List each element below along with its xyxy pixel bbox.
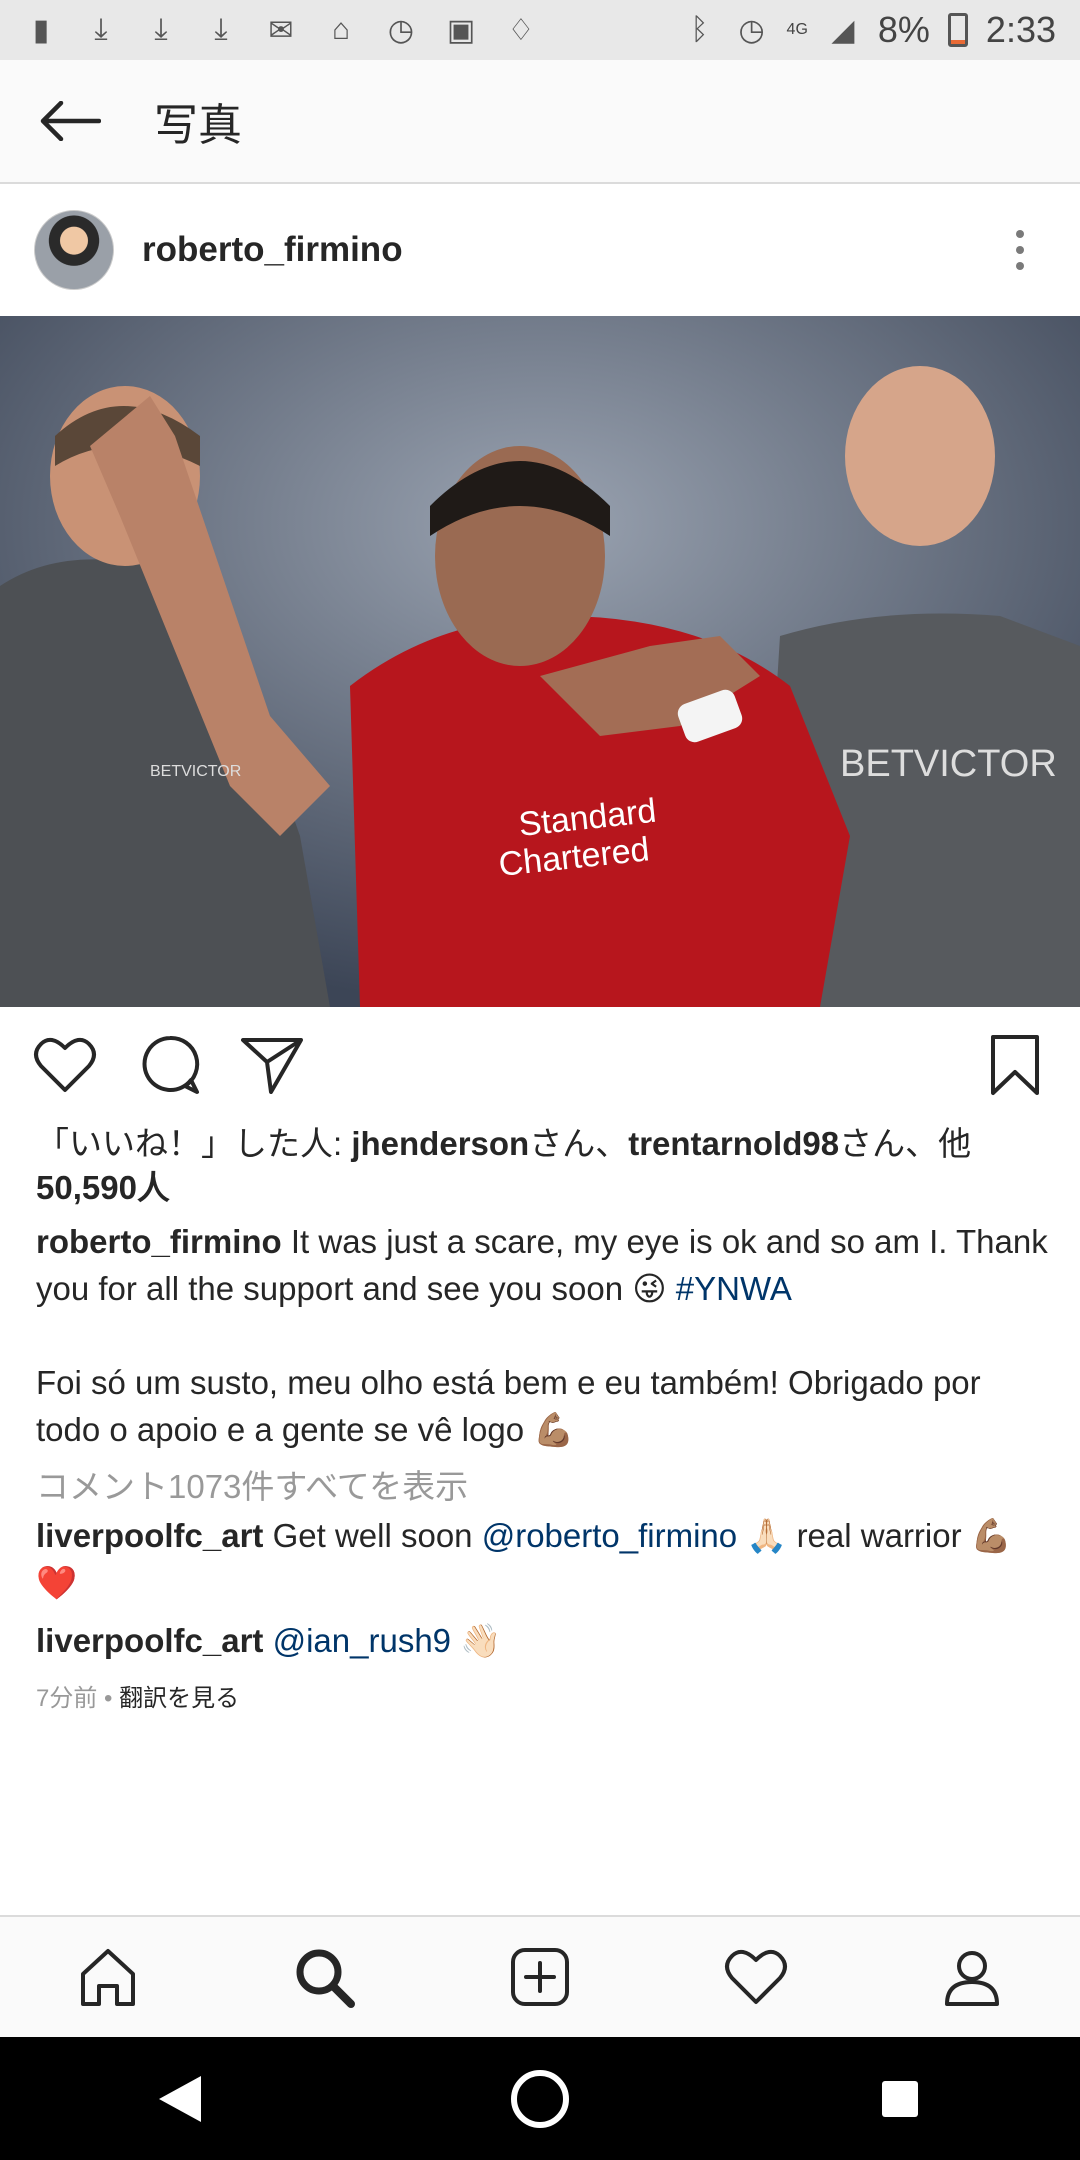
back-triangle-icon xyxy=(159,2075,201,2122)
battery-percent: 8% xyxy=(877,9,930,50)
more-options-button[interactable] xyxy=(1010,230,1030,270)
comment-text xyxy=(263,1622,272,1659)
signal-icon: ◢ xyxy=(831,13,855,47)
tab-activity[interactable] xyxy=(716,1937,796,2017)
likes-separator: さん、 xyxy=(529,1125,629,1162)
mention-link[interactable]: @ian_rush9 xyxy=(273,1622,451,1659)
comment-text: Get well soon xyxy=(263,1517,482,1554)
mail-icon: ✉ xyxy=(268,13,294,47)
nav-back-button[interactable] xyxy=(140,2059,220,2139)
comment-text: 👋🏻 xyxy=(451,1622,502,1659)
bluetooth-icon: ᛒ xyxy=(690,13,709,46)
bottom-tab-bar xyxy=(0,1915,1080,2037)
app-bar: 写真 xyxy=(0,60,1080,184)
system-nav-bar xyxy=(0,2037,1080,2160)
home-icon xyxy=(81,1949,135,2006)
svg-text:BETVICTOR: BETVICTOR xyxy=(840,743,1057,785)
post-timestamp: 7分前 xyxy=(36,1685,98,1712)
comment-author[interactable]: liverpoolfc_art xyxy=(36,1622,263,1659)
more-dot-icon xyxy=(1016,230,1024,238)
post-photo[interactable]: Standard Chartered BETVICTOR BETVICTOR xyxy=(0,316,1080,1007)
post-username[interactable]: roberto_firmino xyxy=(142,230,403,270)
download-icon: ⤓ xyxy=(94,13,108,46)
add-post-icon xyxy=(511,1948,569,2006)
status-bar: ▮ ⤓ ⤓ ⤓ ✉ ⌂ ◷ ▣ ♢ ᛒ ◷ 4G ◢ 8% 2:33 xyxy=(0,0,1080,60)
tab-new-post[interactable] xyxy=(500,1937,580,2017)
hashtag-link[interactable]: #YNWA xyxy=(676,1270,792,1307)
tab-home[interactable] xyxy=(68,1937,148,2017)
comment-item: liverpoolfc_art @ian_rush9 👋🏻 xyxy=(36,1617,1051,1664)
mention-link[interactable]: @roberto_firmino xyxy=(482,1517,737,1554)
profile-icon xyxy=(945,1951,999,2006)
home-circle-icon xyxy=(511,2069,569,2128)
translate-link[interactable]: 翻訳を見る xyxy=(119,1685,239,1712)
caption-text-portuguese: Foi só um susto, meu olho está bem e eu … xyxy=(36,1364,981,1448)
post-meta: 7分前 • 翻訳を見る xyxy=(36,1678,239,1713)
likes-count[interactable]: 50,590人 xyxy=(36,1169,170,1206)
comment-item: liverpoolfc_art Get well soon @roberto_f… xyxy=(36,1512,1051,1606)
likes-others: さん、他 xyxy=(839,1125,972,1162)
notification-icons: ▮ ⤓ ⤓ ⤓ ✉ ⌂ ◷ ▣ ♢ xyxy=(24,13,538,47)
share-button[interactable] xyxy=(237,1030,307,1100)
clock: 2:33 xyxy=(985,9,1056,50)
liker-username[interactable]: jhenderson xyxy=(351,1125,529,1162)
bookmark-icon xyxy=(991,1035,1039,1095)
back-button[interactable] xyxy=(0,59,140,183)
avatar[interactable] xyxy=(34,210,114,290)
search-icon xyxy=(296,1949,355,2008)
likes-prefix: 「いいね！」した人: xyxy=(36,1125,352,1162)
lightbulb-icon: ♢ xyxy=(507,13,535,47)
view-all-comments-link[interactable]: コメント1073件すべてを表示 xyxy=(36,1460,468,1508)
heart-icon xyxy=(34,1037,96,1092)
nav-recents-button[interactable] xyxy=(860,2059,940,2139)
system-icons: ᛒ ◷ 4G ◢ 8% 2:33 xyxy=(683,9,1056,51)
comment-author[interactable]: liverpoolfc_art xyxy=(36,1517,263,1554)
photo-illustration: Standard Chartered BETVICTOR BETVICTOR xyxy=(0,316,1080,1007)
tab-search[interactable] xyxy=(284,1937,364,2017)
bookmark-button[interactable] xyxy=(980,1030,1050,1100)
alarm-icon: ◷ xyxy=(738,13,765,47)
page-title: 写真 xyxy=(154,101,242,150)
post-actions xyxy=(0,1030,1080,1100)
heart-icon xyxy=(725,1949,787,2004)
alarm-icon: ◷ xyxy=(387,13,415,47)
meta-separator: • xyxy=(97,1685,120,1712)
post-header: roberto_firmino xyxy=(0,186,1080,314)
download-icon: ⤓ xyxy=(154,13,168,46)
send-icon xyxy=(241,1038,303,1094)
recents-square-icon xyxy=(882,2080,918,2117)
liker-username[interactable]: trentarnold98 xyxy=(628,1125,839,1162)
likes-line[interactable]: 「いいね！」した人: jhendersonさん、trentarnold98さん、… xyxy=(36,1122,1046,1210)
tab-profile[interactable] xyxy=(932,1937,1012,2017)
more-dot-icon xyxy=(1016,262,1024,270)
caption-author[interactable]: roberto_firmino xyxy=(36,1223,282,1260)
network-type: 4G xyxy=(786,21,808,38)
like-button[interactable] xyxy=(30,1030,100,1100)
nav-home-button[interactable] xyxy=(500,2059,580,2139)
broom-icon: ⌂ xyxy=(331,13,351,46)
image-icon: ▣ xyxy=(446,13,476,47)
battery-icon xyxy=(947,13,968,47)
svg-text:BETVICTOR: BETVICTOR xyxy=(150,763,241,780)
comment-button[interactable] xyxy=(135,1030,205,1100)
alert-icon: ▮ xyxy=(32,13,50,47)
back-arrow-icon xyxy=(40,101,101,141)
comment-icon xyxy=(142,1035,200,1094)
post-caption: roberto_firmino It was just a scare, my … xyxy=(36,1218,1051,1453)
download-icon: ⤓ xyxy=(214,13,228,46)
more-dot-icon xyxy=(1016,246,1024,254)
